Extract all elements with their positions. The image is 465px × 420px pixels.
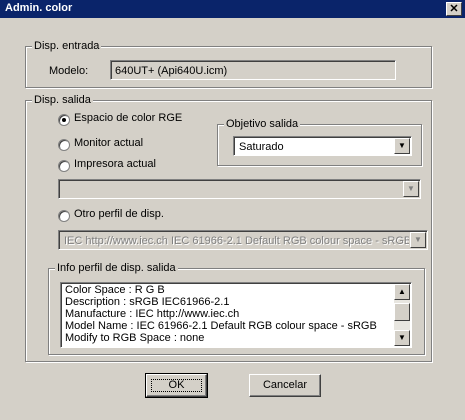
cancel-button-label: Cancelar xyxy=(262,379,308,391)
profile-info-scrollbar[interactable]: ▲ ▼ xyxy=(394,284,410,346)
profile-info-legend: Info perfil de disp. salida xyxy=(55,261,178,275)
close-icon: ✕ xyxy=(449,3,459,15)
radio-other-profile-label[interactable]: Otro perfil de disp. xyxy=(74,208,164,220)
focus-rect xyxy=(151,379,202,392)
output-target-legend: Objetivo salida xyxy=(224,117,301,131)
chevron-down-icon[interactable]: ▼ xyxy=(403,181,419,197)
radio-other-profile[interactable] xyxy=(58,210,70,222)
input-device-legend: Disp. entrada xyxy=(32,39,102,53)
printer-select[interactable]: ▼ xyxy=(58,179,421,199)
close-button[interactable]: ✕ xyxy=(446,2,462,16)
info-line: Modify to RGB Space : none xyxy=(65,332,205,344)
ok-button[interactable]: OK xyxy=(145,373,208,398)
other-profile-value: IEC http://www.iec.ch IEC 61966-2.1 Defa… xyxy=(64,235,409,247)
arrow-up-icon[interactable]: ▲ xyxy=(394,284,410,300)
arrow-down-icon[interactable]: ▼ xyxy=(394,330,410,346)
model-label: Modelo: xyxy=(49,65,89,77)
other-profile-select[interactable]: IEC http://www.iec.ch IEC 61966-2.1 Defa… xyxy=(58,230,428,250)
radio-rgb-space[interactable] xyxy=(58,114,70,126)
output-target-select[interactable]: Saturado ▼ xyxy=(233,136,412,156)
window-title: Admin. color xyxy=(5,2,73,14)
output-device-legend: Disp. salida xyxy=(32,93,93,107)
cancel-button[interactable]: Cancelar xyxy=(249,374,321,397)
radio-rgb-space-label[interactable]: Espacio de color RGE xyxy=(74,112,182,124)
chevron-down-icon[interactable]: ▼ xyxy=(394,138,410,154)
profile-info-box[interactable]: Color Space : R G B Description : sRGB I… xyxy=(60,282,412,348)
radio-current-printer-label[interactable]: Impresora actual xyxy=(74,158,156,170)
model-field: 640UT+ (Api640U.icm) xyxy=(110,60,396,80)
scroll-thumb[interactable] xyxy=(394,303,410,321)
radio-current-monitor[interactable] xyxy=(58,139,70,151)
radio-current-monitor-label[interactable]: Monitor actual xyxy=(74,137,143,149)
chevron-down-icon[interactable]: ▼ xyxy=(410,232,426,248)
title-bar: Admin. color ✕ xyxy=(0,0,465,18)
output-target-value: Saturado xyxy=(239,141,284,153)
radio-current-printer[interactable] xyxy=(58,160,70,172)
